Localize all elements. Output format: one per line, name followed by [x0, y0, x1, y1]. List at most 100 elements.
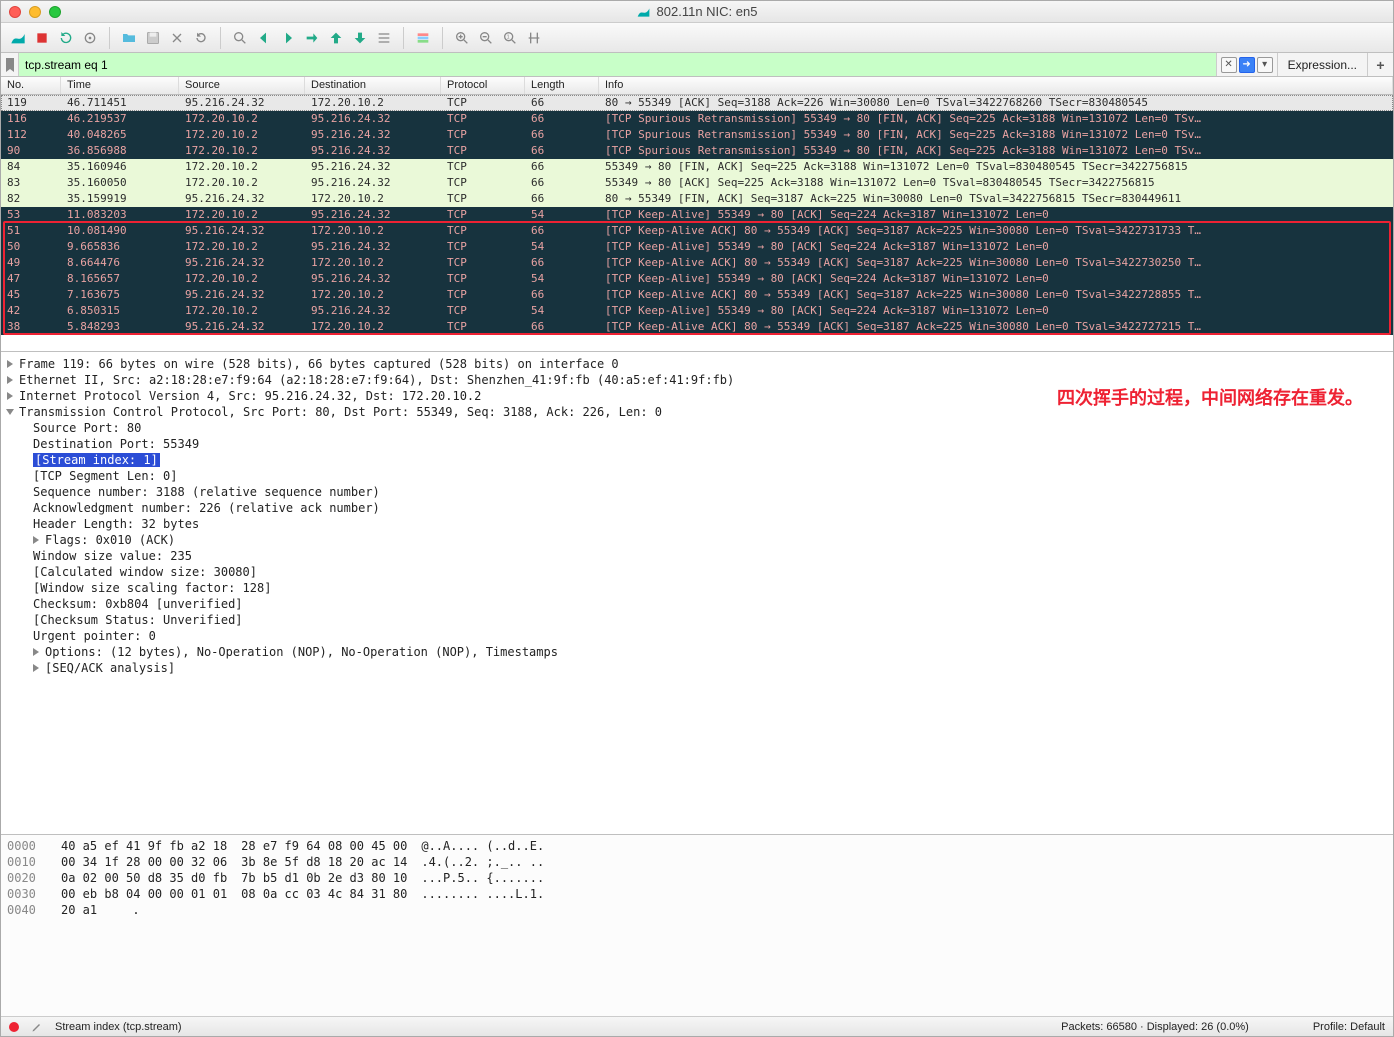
app-window: 802.11n NIC: en5 1 ✕ — [0, 0, 1394, 1037]
detail-options: Options: (12 bytes), No-Operation (NOP),… — [45, 645, 558, 659]
go-forward-button[interactable] — [277, 27, 299, 49]
expand-icon[interactable] — [33, 536, 39, 544]
filter-history-button[interactable]: ▾ — [1257, 57, 1273, 73]
main-toolbar: 1 — [1, 23, 1393, 53]
window-title-text: 802.11n NIC: en5 — [657, 4, 758, 19]
goto-packet-button[interactable] — [301, 27, 323, 49]
reload-button[interactable] — [190, 27, 212, 49]
add-filter-button[interactable]: + — [1367, 53, 1393, 76]
status-field: Stream index (tcp.stream) — [55, 1021, 182, 1033]
packet-row[interactable]: 478.165657172.20.10.295.216.24.32TCP54[T… — [1, 271, 1393, 287]
capture-options-button[interactable] — [79, 27, 101, 49]
col-source[interactable]: Source — [179, 77, 305, 94]
go-back-button[interactable] — [253, 27, 275, 49]
col-info[interactable]: Info — [599, 77, 1393, 94]
col-destination[interactable]: Destination — [305, 77, 441, 94]
packet-row[interactable]: 8335.160050172.20.10.295.216.24.32TCP665… — [1, 175, 1393, 191]
col-time[interactable]: Time — [61, 77, 179, 94]
hex-row: 003000 eb b8 04 00 00 01 0108 0a cc 03 4… — [7, 887, 1387, 903]
packet-details-pane[interactable]: 四次挥手的过程，中间网络存在重发。 Frame 119: 66 bytes on… — [1, 351, 1393, 834]
hex-row: 001000 34 1f 28 00 00 32 063b 8e 5f d8 1… — [7, 855, 1387, 871]
open-file-button[interactable] — [118, 27, 140, 49]
close-window-button[interactable] — [9, 6, 21, 18]
packet-row[interactable]: 8235.15991995.216.24.32172.20.10.2TCP668… — [1, 191, 1393, 207]
expand-icon[interactable] — [33, 648, 39, 656]
packet-list[interactable]: 11946.71145195.216.24.32172.20.10.2TCP66… — [1, 95, 1393, 351]
detail-cksum: Checksum: 0xb804 [unverified] — [33, 597, 243, 611]
packet-bytes-pane[interactable]: 000040 a5 ef 41 9f fb a2 1828 e7 f9 64 0… — [1, 834, 1393, 1016]
detail-cksum-status: [Checksum Status: Unverified] — [33, 613, 243, 627]
filter-bookmark-button[interactable] — [1, 53, 19, 76]
detail-ack: Acknowledgment number: 226 (relative ack… — [33, 501, 380, 515]
start-capture-button[interactable] — [7, 27, 29, 49]
packet-row[interactable]: 5311.083203172.20.10.295.216.24.32TCP54[… — [1, 207, 1393, 223]
collapse-icon[interactable] — [6, 409, 14, 415]
detail-tcp-seg-len: [TCP Segment Len: 0] — [33, 469, 178, 483]
auto-scroll-button[interactable] — [373, 27, 395, 49]
expression-button[interactable]: Expression... — [1277, 53, 1367, 76]
apply-filter-button[interactable]: ➜ — [1239, 57, 1255, 73]
packet-row[interactable]: 426.850315172.20.10.295.216.24.32TCP54[T… — [1, 303, 1393, 319]
col-no[interactable]: No. — [1, 77, 61, 94]
resize-columns-button[interactable] — [523, 27, 545, 49]
stop-capture-button[interactable] — [31, 27, 53, 49]
detail-seq: Sequence number: 3188 (relative sequence… — [33, 485, 380, 499]
detail-seqack: [SEQ/ACK analysis] — [45, 661, 175, 675]
status-bar: Stream index (tcp.stream) Packets: 66580… — [1, 1016, 1393, 1036]
col-protocol[interactable]: Protocol — [441, 77, 525, 94]
packet-row[interactable]: 8435.160946172.20.10.295.216.24.32TCP665… — [1, 159, 1393, 175]
packet-row[interactable]: 9036.856988172.20.10.295.216.24.32TCP66[… — [1, 143, 1393, 159]
close-file-button[interactable] — [166, 27, 188, 49]
status-packet-stats: Packets: 66580 · Displayed: 26 (0.0%) — [1061, 1021, 1249, 1033]
save-file-button[interactable] — [142, 27, 164, 49]
filter-controls: ✕ ➜ ▾ — [1216, 53, 1277, 76]
detail-ip: Internet Protocol Version 4, Src: 95.216… — [19, 389, 481, 403]
titlebar: 802.11n NIC: en5 — [1, 1, 1393, 23]
zoom-in-button[interactable] — [451, 27, 473, 49]
clear-filter-button[interactable]: ✕ — [1221, 57, 1237, 73]
expand-icon[interactable] — [7, 360, 13, 368]
edit-icon[interactable] — [31, 1021, 43, 1033]
restart-capture-button[interactable] — [55, 27, 77, 49]
expand-icon[interactable] — [33, 664, 39, 672]
packet-row[interactable]: 498.66447695.216.24.32172.20.10.2TCP66[T… — [1, 255, 1393, 271]
expand-icon[interactable] — [7, 392, 13, 400]
status-profile[interactable]: Profile: Default — [1313, 1021, 1385, 1033]
detail-frame: Frame 119: 66 bytes on wire (528 bits), … — [19, 357, 619, 371]
display-filter-bar: ✕ ➜ ▾ Expression... + — [1, 53, 1393, 77]
packet-row[interactable]: 11240.048265172.20.10.295.216.24.32TCP66… — [1, 127, 1393, 143]
packet-row[interactable]: 5110.08149095.216.24.32172.20.10.2TCP66[… — [1, 223, 1393, 239]
packet-list-header: No. Time Source Destination Protocol Len… — [1, 77, 1393, 95]
detail-tcp: Transmission Control Protocol, Src Port:… — [19, 405, 662, 419]
svg-text:1: 1 — [507, 34, 510, 40]
zoom-reset-button[interactable]: 1 — [499, 27, 521, 49]
find-packet-button[interactable] — [229, 27, 251, 49]
col-length[interactable]: Length — [525, 77, 599, 94]
packet-row[interactable]: 11646.219537172.20.10.295.216.24.32TCP66… — [1, 111, 1393, 127]
goto-first-button[interactable] — [325, 27, 347, 49]
packet-row[interactable]: 11946.71145195.216.24.32172.20.10.2TCP66… — [1, 95, 1393, 111]
bookmark-icon — [5, 58, 15, 72]
window-title: 802.11n NIC: en5 — [637, 4, 758, 19]
packet-row[interactable]: 385.84829395.216.24.32172.20.10.2TCP66[T… — [1, 319, 1393, 335]
packet-row[interactable]: 509.665836172.20.10.295.216.24.32TCP54[T… — [1, 239, 1393, 255]
detail-scale: [Window size scaling factor: 128] — [33, 581, 271, 595]
expand-icon[interactable] — [7, 376, 13, 384]
zoom-out-button[interactable] — [475, 27, 497, 49]
detail-stream-index: [Stream index: 1] — [33, 453, 160, 467]
detail-calc-win: [Calculated window size: 30080] — [33, 565, 257, 579]
detail-dst-port: Destination Port: 55349 — [33, 437, 199, 451]
minimize-window-button[interactable] — [29, 6, 41, 18]
detail-win: Window size value: 235 — [33, 549, 192, 563]
colorize-button[interactable] — [412, 27, 434, 49]
packet-row[interactable]: 457.16367595.216.24.32172.20.10.2TCP66[T… — [1, 287, 1393, 303]
display-filter-input[interactable] — [19, 53, 1216, 76]
goto-last-button[interactable] — [349, 27, 371, 49]
hex-row: 00200a 02 00 50 d8 35 d0 fb7b b5 d1 0b 2… — [7, 871, 1387, 887]
window-controls — [9, 6, 61, 18]
detail-src-port: Source Port: 80 — [33, 421, 141, 435]
wireshark-fin-icon — [637, 5, 651, 19]
zoom-window-button[interactable] — [49, 6, 61, 18]
expert-info-button[interactable] — [9, 1022, 19, 1032]
detail-urg: Urgent pointer: 0 — [33, 629, 156, 643]
